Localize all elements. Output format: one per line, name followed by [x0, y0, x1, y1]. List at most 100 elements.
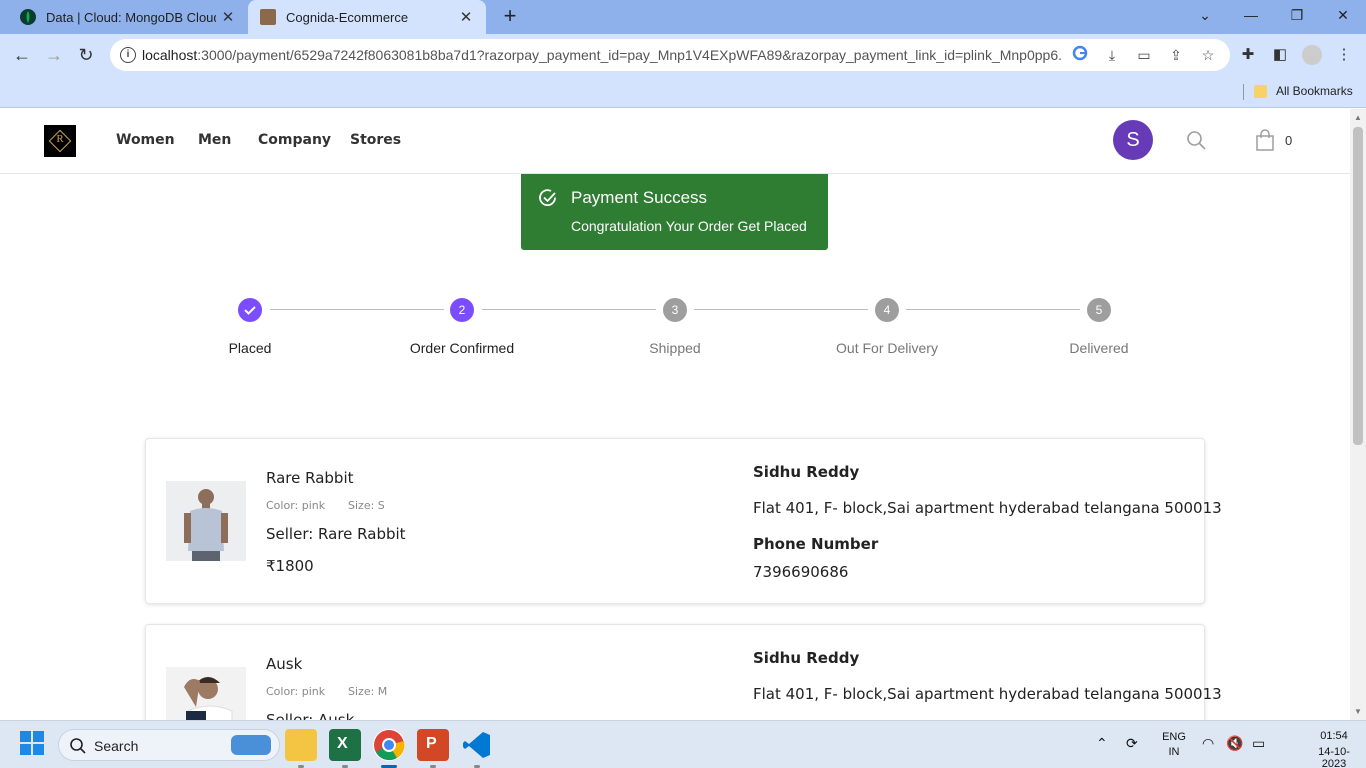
customer-address: Flat 401, F- block,Sai apartment hyderab…: [753, 685, 1222, 703]
close-icon[interactable]: ✕: [454, 8, 478, 26]
battery-icon[interactable]: ▭: [1252, 735, 1265, 752]
bookmarks-bar: All Bookmarks: [0, 76, 1366, 108]
page-scrollbar[interactable]: ▲ ▼: [1350, 109, 1366, 720]
step-label-shipped: Shipped: [649, 340, 701, 356]
chrome-icon[interactable]: [373, 729, 405, 761]
volume-muted-icon[interactable]: 🔇: [1226, 735, 1243, 752]
new-tab-button[interactable]: +: [498, 4, 522, 28]
step-connector: [270, 309, 444, 310]
url-text[interactable]: localhost:3000/payment/6529a7242f8063081…: [142, 47, 1062, 63]
restore-button[interactable]: ❐: [1274, 0, 1320, 30]
product-name: Ausk: [266, 655, 303, 673]
product-color: Color: pink: [266, 685, 326, 698]
scroll-down-arrow-icon[interactable]: ▼: [1354, 707, 1362, 716]
wifi-icon[interactable]: ◠: [1202, 735, 1214, 752]
bookmark-star-icon[interactable]: ☆: [1198, 45, 1218, 65]
order-card: Ausk Color: pink Size: M Seller: Ausk Si…: [145, 624, 1222, 720]
minimize-button[interactable]: —: [1228, 0, 1274, 30]
customer-name: Sidhu Reddy: [753, 649, 860, 667]
back-icon[interactable]: ←: [8, 41, 36, 69]
step-connector: [482, 309, 656, 310]
taskbar-search[interactable]: Search: [58, 729, 280, 761]
site-header: R Women Men Company Stores S 0: [0, 109, 1350, 174]
toast-message: Congratulation Your Order Get Placed: [571, 218, 807, 234]
powerpoint-icon[interactable]: P: [417, 729, 449, 761]
cart-count: 0: [1285, 133, 1293, 148]
file-explorer-icon[interactable]: [285, 729, 317, 761]
step-label-placed: Placed: [228, 340, 272, 356]
check-circle-icon: [538, 188, 558, 208]
product-seller: Seller: Ausk: [266, 711, 355, 720]
order-card: Rare Rabbit Color: pink Size: S Seller: …: [145, 438, 1222, 604]
order-stepper: 2 3 4 5 Placed Order Confirmed Shipped O…: [160, 294, 1190, 374]
card-icon[interactable]: ▭: [1134, 45, 1154, 65]
browser-toolbar: ← → ↻ i localhost:3000/payment/6529a7242…: [0, 34, 1366, 76]
shopping-bag-icon[interactable]: [1255, 129, 1275, 151]
step-label-confirmed: Order Confirmed: [409, 340, 515, 356]
search-highlight-icon: [231, 735, 271, 755]
site-info-icon[interactable]: i: [120, 47, 136, 63]
chevron-up-icon[interactable]: ⌃: [1096, 735, 1108, 752]
product-name: Rare Rabbit: [266, 469, 354, 487]
sync-icon[interactable]: ⟳: [1126, 735, 1138, 752]
step-4-circle: 4: [875, 298, 899, 322]
side-panel-icon[interactable]: ◧: [1270, 45, 1290, 65]
step-5-circle: 5: [1087, 298, 1111, 322]
divider: [1243, 84, 1244, 100]
all-bookmarks-link[interactable]: All Bookmarks: [1276, 84, 1353, 98]
product-image[interactable]: [166, 481, 246, 561]
step-label-out-for-delivery: Out For Delivery: [836, 340, 938, 356]
step-connector: [906, 309, 1080, 310]
search-label: Search: [94, 738, 139, 754]
extensions-puzzle-icon[interactable]: ✚: [1238, 45, 1258, 65]
step-connector: [694, 309, 868, 310]
language-top[interactable]: ENG: [1158, 731, 1190, 743]
search-icon: [70, 738, 86, 754]
close-icon[interactable]: ✕: [216, 8, 240, 26]
tab-title: Data | Cloud: MongoDB Cloud: [46, 9, 216, 25]
scrollbar-thumb[interactable]: [1353, 127, 1363, 445]
address-bar[interactable]: i localhost:3000/payment/6529a7242f80630…: [110, 39, 1230, 71]
step-3-circle: 3: [663, 298, 687, 322]
nav-stores[interactable]: Stores: [350, 132, 401, 148]
toast-title: Payment Success: [571, 188, 708, 207]
excel-icon[interactable]: X: [329, 729, 361, 761]
language-bottom[interactable]: IN: [1158, 746, 1190, 758]
windows-start-icon[interactable]: [18, 729, 50, 761]
product-size: Size: M: [348, 685, 388, 698]
customer-name: Sidhu Reddy: [753, 463, 860, 481]
close-window-button[interactable]: ✕: [1320, 0, 1366, 30]
clock-date[interactable]: 14-10-2023: [1306, 746, 1362, 768]
brand-logo[interactable]: R: [44, 125, 76, 157]
nav-women[interactable]: Women: [116, 132, 175, 148]
product-size: Size: S: [348, 499, 385, 512]
site-favicon-icon: [260, 9, 276, 25]
menu-kebab-icon[interactable]: ⋮: [1334, 45, 1354, 65]
windows-taskbar: Search X P ⌃ ⟳ ENG IN ◠ 🔇 ▭ 01:54 14-10-…: [0, 720, 1366, 768]
step-2-circle: 2: [450, 298, 474, 322]
tab-title: Cognida-Ecommerce: [286, 9, 409, 25]
share-icon[interactable]: ⇪: [1166, 45, 1186, 65]
clock-time[interactable]: 01:54: [1306, 730, 1362, 742]
scroll-up-arrow-icon[interactable]: ▲: [1354, 113, 1362, 122]
tab-cognida[interactable]: Cognida-Ecommerce ✕: [248, 0, 486, 34]
payment-success-toast: Payment Success Congratulation Your Orde…: [521, 174, 828, 250]
forward-icon[interactable]: →: [40, 41, 68, 69]
tab-mongodb[interactable]: Data | Cloud: MongoDB Cloud ✕: [8, 0, 248, 34]
vscode-icon[interactable]: [461, 729, 493, 761]
tab-search-chevron-icon[interactable]: ⌄: [1182, 0, 1228, 30]
product-color: Color: pink: [266, 499, 326, 512]
product-price: ₹1800: [266, 557, 314, 575]
google-icon[interactable]: [1070, 45, 1090, 65]
product-seller: Seller: Rare Rabbit: [266, 525, 406, 543]
profile-icon[interactable]: [1302, 45, 1322, 65]
nav-men[interactable]: Men: [198, 132, 231, 148]
browser-tab-bar: Data | Cloud: MongoDB Cloud ✕ Cognida-Ec…: [0, 0, 1366, 34]
user-avatar[interactable]: S: [1113, 120, 1153, 160]
install-app-icon[interactable]: ⤓: [1102, 45, 1122, 65]
folder-icon[interactable]: [1254, 85, 1267, 98]
reload-icon[interactable]: ↻: [72, 41, 100, 69]
nav-company[interactable]: Company: [258, 132, 331, 148]
search-icon[interactable]: [1186, 130, 1206, 150]
product-image[interactable]: [166, 667, 246, 720]
